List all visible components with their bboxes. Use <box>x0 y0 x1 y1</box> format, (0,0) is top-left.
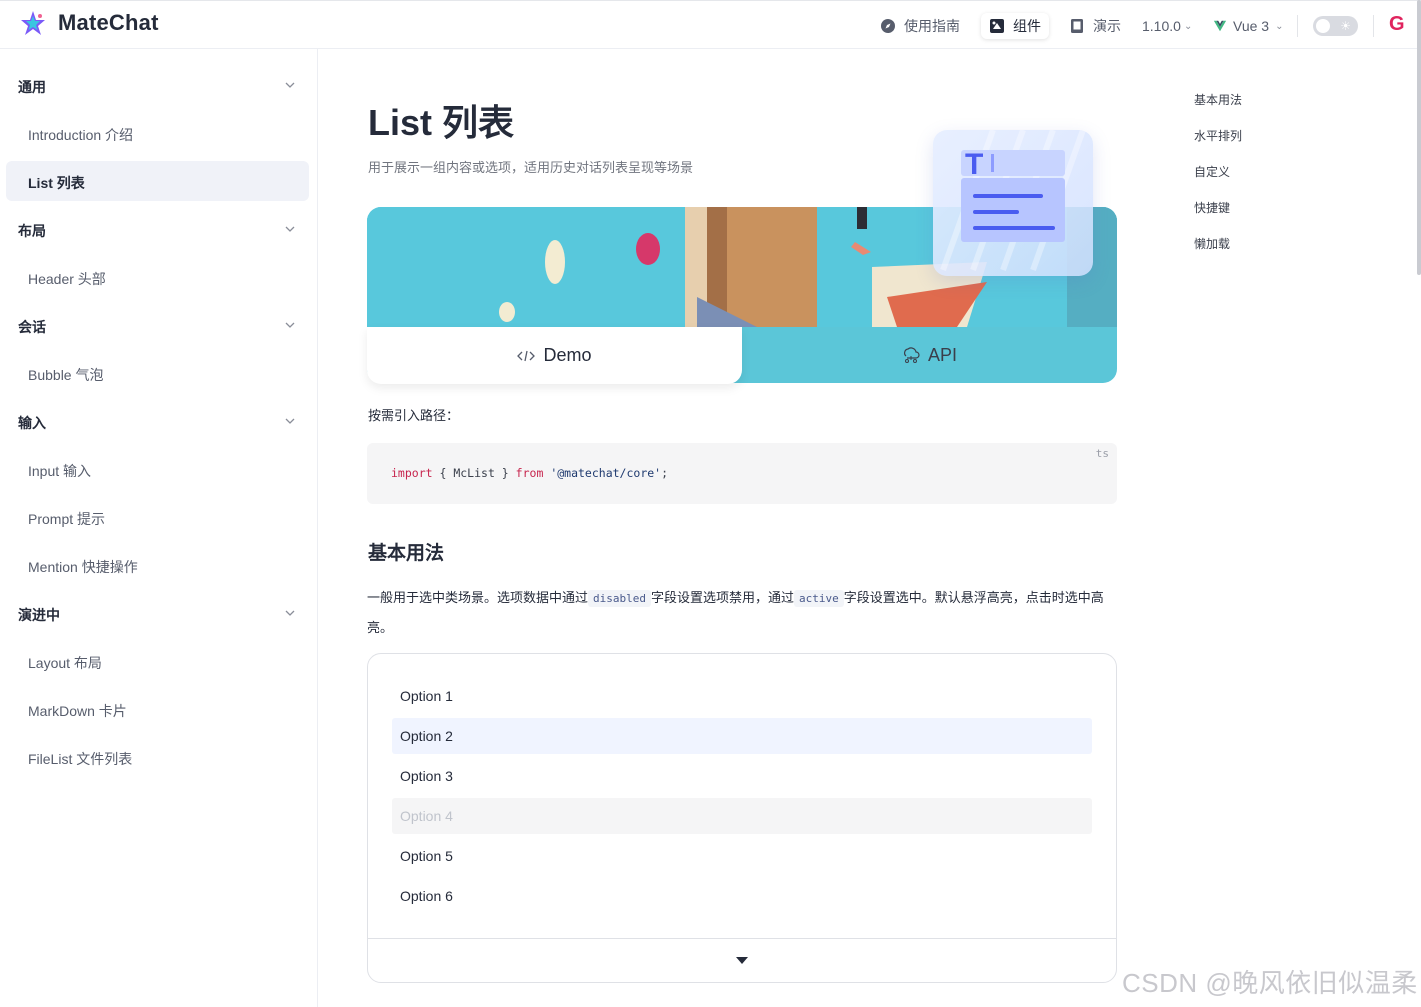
top-navbar: MateChat 使用指南 组件 演示 1.10.0 ⌄ Vue 3 ⌄ ☀ G <box>0 0 1421 49</box>
desc-text: 字段设置选项禁用，通过 <box>651 590 795 605</box>
api-cloud-icon <box>904 347 920 363</box>
chevron-down-icon[interactable] <box>284 319 296 331</box>
import-label: 按需引入路径： <box>368 408 460 423</box>
code-line: import { McList } from '@matechat/core'; <box>391 466 668 480</box>
sidebar-item-list[interactable]: List 列表 <box>28 173 85 193</box>
sidebar-item-mention[interactable]: Mention 快捷操作 <box>28 557 138 577</box>
list-illustration-card: T <box>933 130 1093 276</box>
list-illustration-icon: T <box>940 130 1086 272</box>
divider <box>1297 15 1298 37</box>
chevron-down-icon[interactable] <box>284 223 296 235</box>
chevron-down-icon[interactable] <box>284 607 296 619</box>
toc-item-shortcut[interactable]: 快捷键 <box>1194 199 1230 216</box>
chevron-down-icon[interactable] <box>284 79 296 91</box>
vue-icon <box>1213 20 1227 32</box>
scrollbar[interactable] <box>1417 0 1421 275</box>
tab-api[interactable]: API <box>742 327 1117 383</box>
toc-item-basic[interactable]: 基本用法 <box>1194 91 1242 108</box>
chevron-down-icon[interactable] <box>284 415 296 427</box>
code-keyword: from <box>515 466 544 480</box>
chevron-down-icon: ⌄ <box>1275 20 1284 32</box>
nav-components-label: 组件 <box>1013 18 1041 34</box>
nav-guide[interactable]: 使用指南 <box>880 13 960 39</box>
version-select[interactable]: 1.10.0 ⌄ <box>1142 13 1192 39</box>
brand[interactable]: MateChat <box>20 10 159 36</box>
sidebar-item-bubble[interactable]: Bubble 气泡 <box>28 365 103 385</box>
toc-item-horizontal[interactable]: 水平排列 <box>1194 127 1242 144</box>
code-block[interactable]: ts import { McList } from '@matechat/cor… <box>367 443 1117 504</box>
code-icon <box>517 350 536 361</box>
version-label: 1.10.0 <box>1142 18 1181 34</box>
inline-code: active <box>794 590 844 607</box>
sidebar-group-general[interactable]: 通用 <box>18 77 46 97</box>
code-string: '@matechat/core' <box>550 466 662 480</box>
sidebar-group-layout[interactable]: 布局 <box>18 221 46 241</box>
page-description: 用于展示一组内容或选项，适用历史对话列表呈现等场景 <box>368 160 694 175</box>
sidebar-item-filelist[interactable]: FileList 文件列表 <box>28 749 132 769</box>
code-text: ; <box>661 466 669 480</box>
compass-icon <box>881 19 895 33</box>
g-logo-icon[interactable]: G <box>1389 13 1405 36</box>
brand-name: MateChat <box>58 10 159 35</box>
tab-api-label: API <box>927 344 957 365</box>
sidebar-item-header[interactable]: Header 头部 <box>28 269 106 289</box>
sidebar-item-input[interactable]: Input 输入 <box>28 461 91 481</box>
inline-code: disabled <box>588 590 651 607</box>
sidebar-item-introduction[interactable]: Introduction 介绍 <box>28 125 133 145</box>
desc-text: 一般用于选中类场景。选项数据中通过 <box>367 590 589 605</box>
nav-demo[interactable]: 演示 <box>1069 13 1121 39</box>
expand-code-icon[interactable] <box>736 957 748 964</box>
list-option[interactable]: Option 1 <box>392 678 1092 714</box>
sidebar-group-evolving[interactable]: 演进中 <box>18 605 60 625</box>
code-text: { McList } <box>439 466 509 480</box>
matechat-logo-icon <box>21 11 45 35</box>
list-option-disabled: Option 4 <box>392 798 1092 834</box>
sidebar: 通用 Introduction 介绍 List 列表 布局 Header 头部 … <box>0 49 318 1007</box>
sidebar-item-markdown[interactable]: MarkDown 卡片 <box>28 701 127 721</box>
sidebar-group-conversation[interactable]: 会话 <box>18 317 46 337</box>
demo-box: Option 1 Option 2 Option 3 Option 4 Opti… <box>367 653 1117 983</box>
framework-select[interactable]: Vue 3 ⌄ <box>1213 13 1283 39</box>
sidebar-item-prompt[interactable]: Prompt 提示 <box>28 509 105 529</box>
chevron-down-icon: ⌄ <box>1183 20 1193 32</box>
toc-item-lazyload[interactable]: 懒加载 <box>1194 235 1230 252</box>
nav-demo-label: 演示 <box>1093 18 1121 34</box>
component-icon <box>990 19 1004 33</box>
code-lang: ts <box>1095 447 1109 460</box>
sidebar-item-layout[interactable]: Layout 布局 <box>28 653 102 673</box>
section-description: 一般用于选中类场景。选项数据中通过 disabled 字段设置选项禁用，通过 acti… <box>367 583 1119 642</box>
nav-components[interactable]: 组件 <box>981 13 1049 39</box>
list-option-active[interactable]: Option 2 <box>392 718 1092 754</box>
toggle-knob <box>1316 19 1330 33</box>
toc-item-custom[interactable]: 自定义 <box>1194 163 1230 180</box>
list-option[interactable]: Option 6 <box>392 878 1092 914</box>
divider <box>368 938 1116 939</box>
sun-icon: ☀ <box>1340 19 1351 33</box>
list-option[interactable]: Option 3 <box>392 758 1092 794</box>
tab-demo-label: Demo <box>543 345 592 365</box>
framework-label: Vue 3 <box>1233 18 1270 34</box>
nav-guide-label: 使用指南 <box>904 18 960 34</box>
tab-demo[interactable]: Demo <box>367 327 742 384</box>
list-option[interactable]: Option 5 <box>392 838 1092 874</box>
divider <box>1373 15 1374 37</box>
theme-toggle[interactable]: ☀ <box>1313 16 1358 36</box>
watermark: CSDN @晚风依旧似温柔 <box>1122 968 1418 998</box>
code-keyword: import <box>391 466 433 480</box>
svg-text:T: T <box>965 148 983 181</box>
section-title: 基本用法 <box>368 543 445 564</box>
book-icon <box>1071 19 1083 33</box>
page-title: List 列表 <box>368 102 515 143</box>
sidebar-group-input[interactable]: 输入 <box>18 413 46 433</box>
